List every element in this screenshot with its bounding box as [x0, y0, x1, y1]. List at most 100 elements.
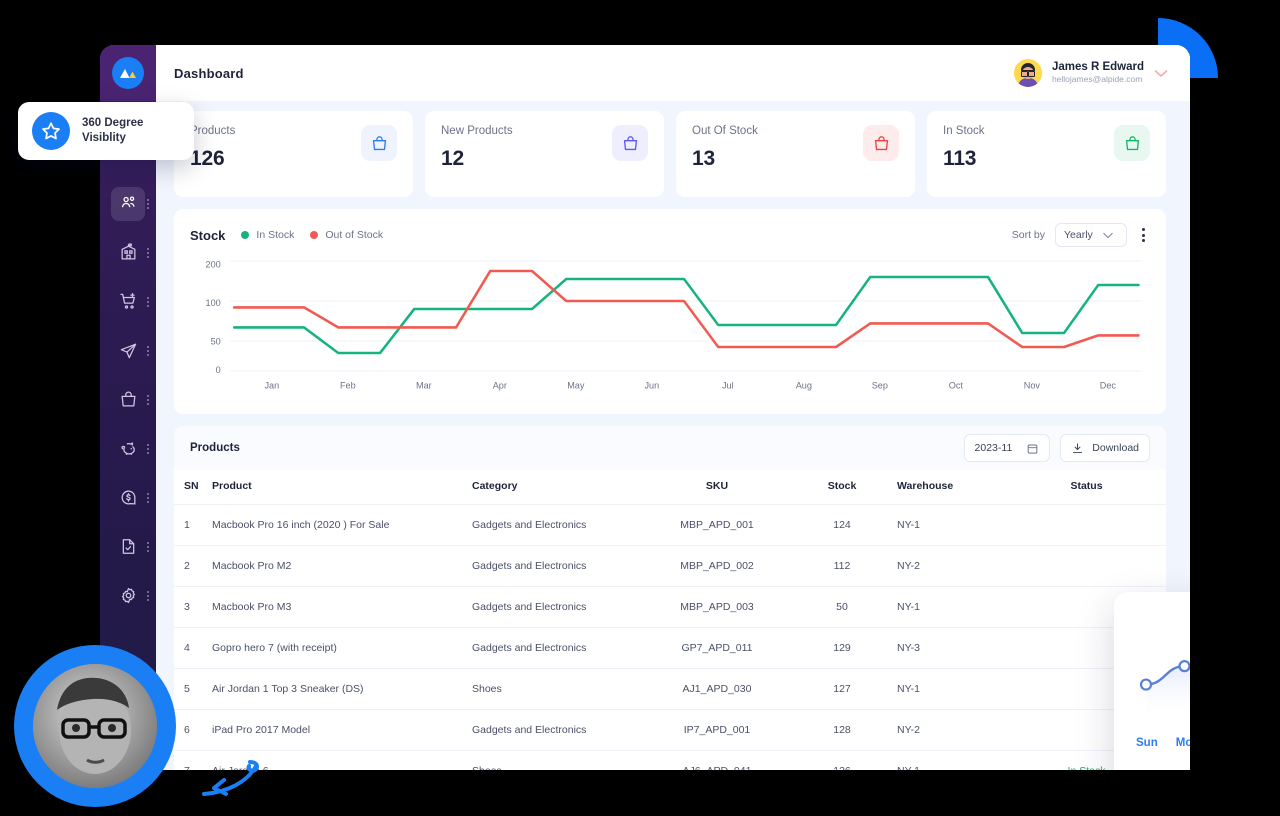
chart-tools: Sort by Yearly — [1012, 223, 1150, 247]
arrow-doodle-icon — [202, 760, 260, 796]
person-photo-bubble — [14, 645, 176, 807]
user-name: James R Edward — [1051, 61, 1144, 74]
cell-category: Shoes — [472, 668, 647, 710]
chart-header: Stock In Stock Out of Stock Sort by Year… — [190, 223, 1150, 247]
badge-line-2: Visiblity — [82, 132, 126, 144]
cell-stock: 50 — [787, 586, 897, 628]
stat-value: 113 — [943, 147, 977, 170]
sidebar-item-menu[interactable] — [147, 443, 149, 454]
calendar-icon — [1027, 443, 1038, 454]
products-table: SN Product Category SKU Stock Warehouse … — [174, 470, 1166, 770]
sidebar-item-menu[interactable] — [147, 541, 149, 552]
cell-stock: 127 — [787, 668, 897, 710]
cell-category: Gadgets and Electronics — [472, 504, 647, 546]
stat-value: 12 — [441, 147, 464, 170]
sidebar-item-menu[interactable] — [147, 492, 149, 503]
main-area: Dashboard James R Edward hellojames@alpi… — [156, 45, 1190, 770]
building-icon — [111, 236, 145, 270]
date-picker[interactable]: 2023-11 — [963, 434, 1051, 462]
stat-value: 126 — [190, 147, 225, 170]
gear-icon — [111, 579, 145, 613]
table-row[interactable]: 6 iPad Pro 2017 Model Gadgets and Electron… — [174, 709, 1166, 751]
sidebar-item-menu[interactable] — [147, 345, 149, 356]
table-header: SN Product Category SKU Stock Warehouse … — [174, 470, 1166, 505]
cell-warehouse: NY-1 — [897, 586, 1007, 628]
visibility-badge-text: 360 Degree Visiblity — [82, 116, 143, 146]
person-photo — [33, 664, 157, 788]
col-product: Product — [212, 470, 472, 505]
app-logo[interactable] — [100, 45, 156, 101]
cell-stock: 112 — [787, 545, 897, 587]
kebab-menu-icon[interactable] — [1137, 225, 1150, 245]
stat-label: New Products — [441, 125, 513, 137]
cell-warehouse: NY-1 — [897, 750, 1007, 770]
sort-by-select[interactable]: Yearly — [1055, 223, 1127, 247]
table-row[interactable]: 7Air Jordan 6ShoesAJ6_APD_041126NY-1In S… — [174, 750, 1166, 770]
sidebar-item-products[interactable] — [100, 375, 156, 424]
visibility-badge: 360 Degree Visiblity — [18, 102, 194, 160]
bag-icon — [1114, 125, 1150, 161]
sidebar-nav — [100, 179, 156, 620]
bag-icon — [612, 125, 648, 161]
cell-sn: 5 — [174, 668, 212, 710]
download-icon — [1073, 442, 1083, 453]
sidebar-item-customers[interactable] — [100, 179, 156, 228]
cell-sn: 6 — [174, 709, 212, 751]
products-title: Products — [190, 442, 240, 454]
sidebar-item-orders[interactable] — [100, 277, 156, 326]
sidebar-item-finance[interactable] — [100, 473, 156, 522]
cell-sku: GP7_APD_011 — [647, 627, 787, 669]
bag-icon — [111, 383, 145, 417]
badge-line-1: 360 Degree — [82, 117, 144, 130]
cell-category: Gadgets and Electronics — [472, 627, 647, 669]
dollar-circle-icon — [111, 481, 145, 515]
cell-product: Air Jordan 1 Top 3 Sneaker (DS) — [212, 668, 472, 710]
table-row[interactable]: 3 Macbook Pro M3 Gadgets and Electronics MB… — [174, 586, 1166, 628]
products-toolbar: Products 2023-11 Download — [174, 426, 1166, 470]
sidebar-item-menu[interactable] — [147, 296, 149, 307]
page-title: Dashboard — [174, 65, 244, 81]
legend-label: In Stock — [256, 229, 295, 241]
cell-status — [1007, 504, 1166, 546]
legend-item-in-stock: In Stock — [241, 229, 294, 241]
user-email: hellojames@alpide.com — [1051, 74, 1143, 85]
sidebar-item-menu[interactable] — [147, 247, 149, 258]
stat-card-new-products[interactable]: New Products 12 — [425, 111, 664, 197]
stat-card-out-of-stock[interactable]: Out Of Stock 13 — [676, 111, 915, 197]
stat-label: Products — [190, 125, 236, 137]
sidebar-item-savings[interactable] — [100, 424, 156, 473]
table-row[interactable]: 1 Macbook Pro 16 inch (2020 ) For Sale Gad… — [174, 504, 1166, 546]
table-row[interactable]: 5 Air Jordan 1 Top 3 Sneaker (DS) Shoes AJ1… — [174, 668, 1166, 710]
table-row[interactable]: 2 Macbook Pro M2 Gadgets and Electronics MB… — [174, 545, 1166, 587]
user-menu[interactable]: James R Edward hellojames@alpide.com — [1013, 59, 1168, 87]
sidebar-item-menu[interactable] — [147, 198, 149, 209]
sidebar-item-menu[interactable] — [147, 394, 149, 405]
stat-card-products[interactable]: Products 126 — [174, 111, 413, 197]
paper-plane-icon — [111, 334, 145, 368]
table-header-row: SN Product Category SKU Stock Warehouse … — [174, 470, 1166, 505]
cell-stock: 124 — [787, 504, 897, 546]
weekly-day-label: Mon — [1175, 737, 1190, 749]
download-button[interactable]: Download — [1060, 434, 1150, 462]
col-stock: Stock — [787, 470, 897, 505]
cell-sn: 3 — [174, 586, 212, 628]
table-row[interactable]: 4 Gopro hero 7 (with receipt) Gadgets and … — [174, 627, 1166, 669]
cell-stock: 129 — [787, 627, 897, 669]
cell-product: Macbook Pro M2 — [212, 545, 472, 587]
sidebar-item-menu[interactable] — [147, 590, 149, 601]
cell-status — [1007, 545, 1166, 587]
sidebar-item-shipping[interactable] — [100, 326, 156, 375]
chevron-down-icon[interactable] — [1154, 67, 1168, 80]
col-sn: SN — [174, 470, 212, 505]
sidebar-item-settings[interactable] — [100, 571, 156, 620]
sort-by-label: Sort by — [1011, 229, 1045, 241]
mountain-logo-icon — [112, 57, 144, 89]
bag-icon — [361, 125, 397, 161]
sidebar-item-reports[interactable] — [100, 522, 156, 571]
cell-sn: 1 — [174, 504, 212, 546]
sidebar-item-warehouse[interactable] — [100, 228, 156, 277]
stat-card-in-stock[interactable]: In Stock 113 — [927, 111, 1166, 197]
app-window: Dashboard James R Edward hellojames@alpi… — [100, 45, 1190, 770]
table-body: 1 Macbook Pro 16 inch (2020 ) For Sale Gad… — [174, 504, 1166, 770]
cell-warehouse: NY-2 — [897, 709, 1007, 751]
